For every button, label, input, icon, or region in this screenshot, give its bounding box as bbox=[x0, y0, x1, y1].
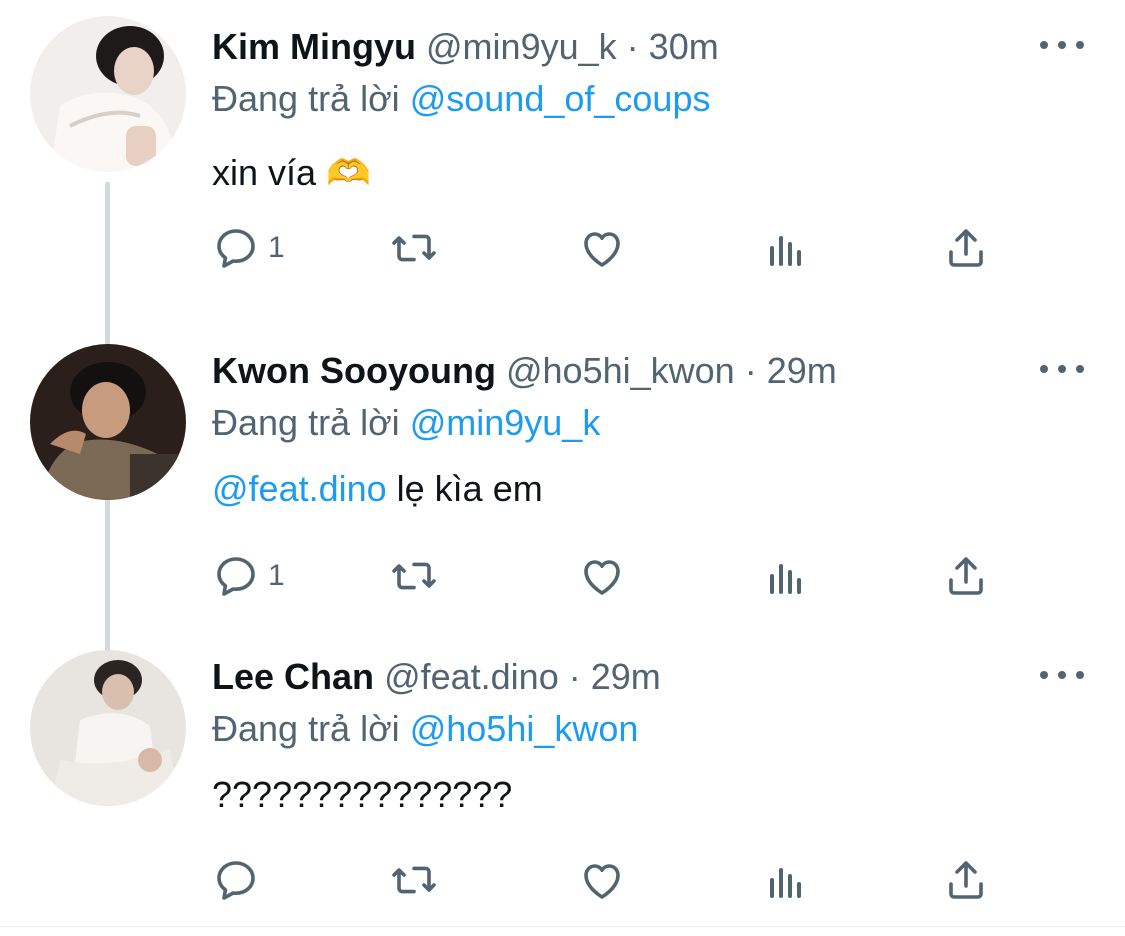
reply-button[interactable]: 1 bbox=[212, 548, 285, 604]
more-options-icon[interactable] bbox=[1040, 28, 1084, 62]
replying-to-handle[interactable]: @ho5hi_kwon bbox=[410, 708, 639, 749]
user-handle[interactable]: @feat.dino bbox=[384, 656, 559, 697]
retweet-icon bbox=[392, 866, 436, 894]
tweet-header: Lee Chan @feat.dino · 29m bbox=[212, 654, 661, 700]
user-handle[interactable]: @ho5hi_kwon bbox=[506, 350, 735, 391]
reply-count: 1 bbox=[268, 231, 285, 264]
heart-icon bbox=[584, 232, 620, 267]
tweet-text-content: ??????????????? bbox=[212, 774, 513, 815]
share-button[interactable] bbox=[942, 852, 990, 908]
avatar-image bbox=[30, 344, 186, 500]
avatar[interactable] bbox=[30, 16, 186, 172]
share-icon bbox=[949, 229, 983, 267]
heart-icon bbox=[584, 864, 620, 899]
tweet-actions: 1 bbox=[0, 548, 1125, 608]
share-button[interactable] bbox=[942, 220, 990, 276]
tweet-actions: 1 bbox=[0, 220, 1125, 280]
views-button[interactable] bbox=[762, 548, 810, 604]
replying-to: Đang trả lời @sound_of_coups bbox=[212, 76, 710, 122]
share-icon bbox=[949, 861, 983, 899]
reply-icon bbox=[217, 229, 255, 268]
replying-to-label: Đang trả lời bbox=[212, 402, 400, 443]
retweet-icon bbox=[392, 234, 436, 262]
retweet-button[interactable] bbox=[390, 220, 438, 276]
analytics-icon bbox=[770, 868, 801, 898]
views-button[interactable] bbox=[762, 220, 810, 276]
tweet[interactable]: Kim Mingyu @min9yu_k · 30m Đang trả lời … bbox=[0, 0, 1125, 306]
replying-to-handle[interactable]: @min9yu_k bbox=[410, 402, 601, 443]
more-options-icon[interactable] bbox=[1040, 658, 1084, 692]
reply-count: 1 bbox=[268, 559, 285, 592]
replying-to: Đang trả lời @ho5hi_kwon bbox=[212, 706, 638, 752]
tweet-text: xin vía 🫶 bbox=[212, 150, 371, 196]
timestamp[interactable]: 29m bbox=[591, 656, 661, 697]
like-button[interactable] bbox=[578, 220, 626, 276]
heart-icon bbox=[584, 560, 620, 595]
share-icon bbox=[949, 557, 983, 595]
tweet[interactable]: Kwon Sooyoung @ho5hi_kwon · 29m Đang trả… bbox=[0, 324, 1125, 630]
replying-to-label: Đang trả lời bbox=[212, 708, 400, 749]
tweet-text: ??????????????? bbox=[212, 772, 512, 818]
analytics-icon bbox=[770, 236, 801, 266]
display-name[interactable]: Lee Chan bbox=[212, 656, 374, 697]
reply-icon bbox=[217, 557, 255, 596]
like-button[interactable] bbox=[578, 548, 626, 604]
share-button[interactable] bbox=[942, 548, 990, 604]
retweet-button[interactable] bbox=[390, 852, 438, 908]
retweet-button[interactable] bbox=[390, 548, 438, 604]
reply-button[interactable]: 1 bbox=[212, 220, 285, 276]
replying-to-handle[interactable]: @sound_of_coups bbox=[410, 78, 711, 119]
tweet-header: Kim Mingyu @min9yu_k · 30m bbox=[212, 24, 719, 70]
tweet-text-content: xin vía 🫶 bbox=[212, 152, 371, 193]
divider bbox=[0, 926, 1125, 927]
tweet-actions bbox=[0, 852, 1125, 912]
replying-to: Đang trả lời @min9yu_k bbox=[212, 400, 600, 446]
tweet-header: Kwon Sooyoung @ho5hi_kwon · 29m bbox=[212, 348, 837, 394]
timestamp[interactable]: 29m bbox=[767, 350, 837, 391]
avatar-image bbox=[30, 650, 186, 806]
retweet-icon bbox=[392, 562, 436, 590]
avatar-image bbox=[30, 16, 186, 172]
avatar[interactable] bbox=[30, 650, 186, 806]
replying-to-label: Đang trả lời bbox=[212, 78, 400, 119]
tweet-text-content: lẹ kìa em bbox=[386, 468, 543, 509]
analytics-icon bbox=[770, 564, 801, 594]
separator-dot: · bbox=[744, 350, 757, 391]
like-button[interactable] bbox=[578, 852, 626, 908]
reply-button[interactable] bbox=[212, 852, 268, 908]
views-button[interactable] bbox=[762, 852, 810, 908]
mention-link[interactable]: @feat.dino bbox=[212, 468, 387, 509]
more-options-icon[interactable] bbox=[1040, 352, 1084, 386]
tweet-text: @feat.dino lẹ kìa em bbox=[212, 466, 543, 512]
display-name[interactable]: Kwon Sooyoung bbox=[212, 350, 496, 391]
display-name[interactable]: Kim Mingyu bbox=[212, 26, 416, 67]
tweet[interactable]: Lee Chan @feat.dino · 29m Đang trả lời @… bbox=[0, 630, 1125, 936]
timestamp[interactable]: 30m bbox=[649, 26, 719, 67]
separator-dot: · bbox=[568, 656, 581, 697]
user-handle[interactable]: @min9yu_k bbox=[426, 26, 617, 67]
avatar[interactable] bbox=[30, 344, 186, 500]
separator-dot: · bbox=[626, 26, 639, 67]
reply-icon bbox=[217, 861, 255, 900]
